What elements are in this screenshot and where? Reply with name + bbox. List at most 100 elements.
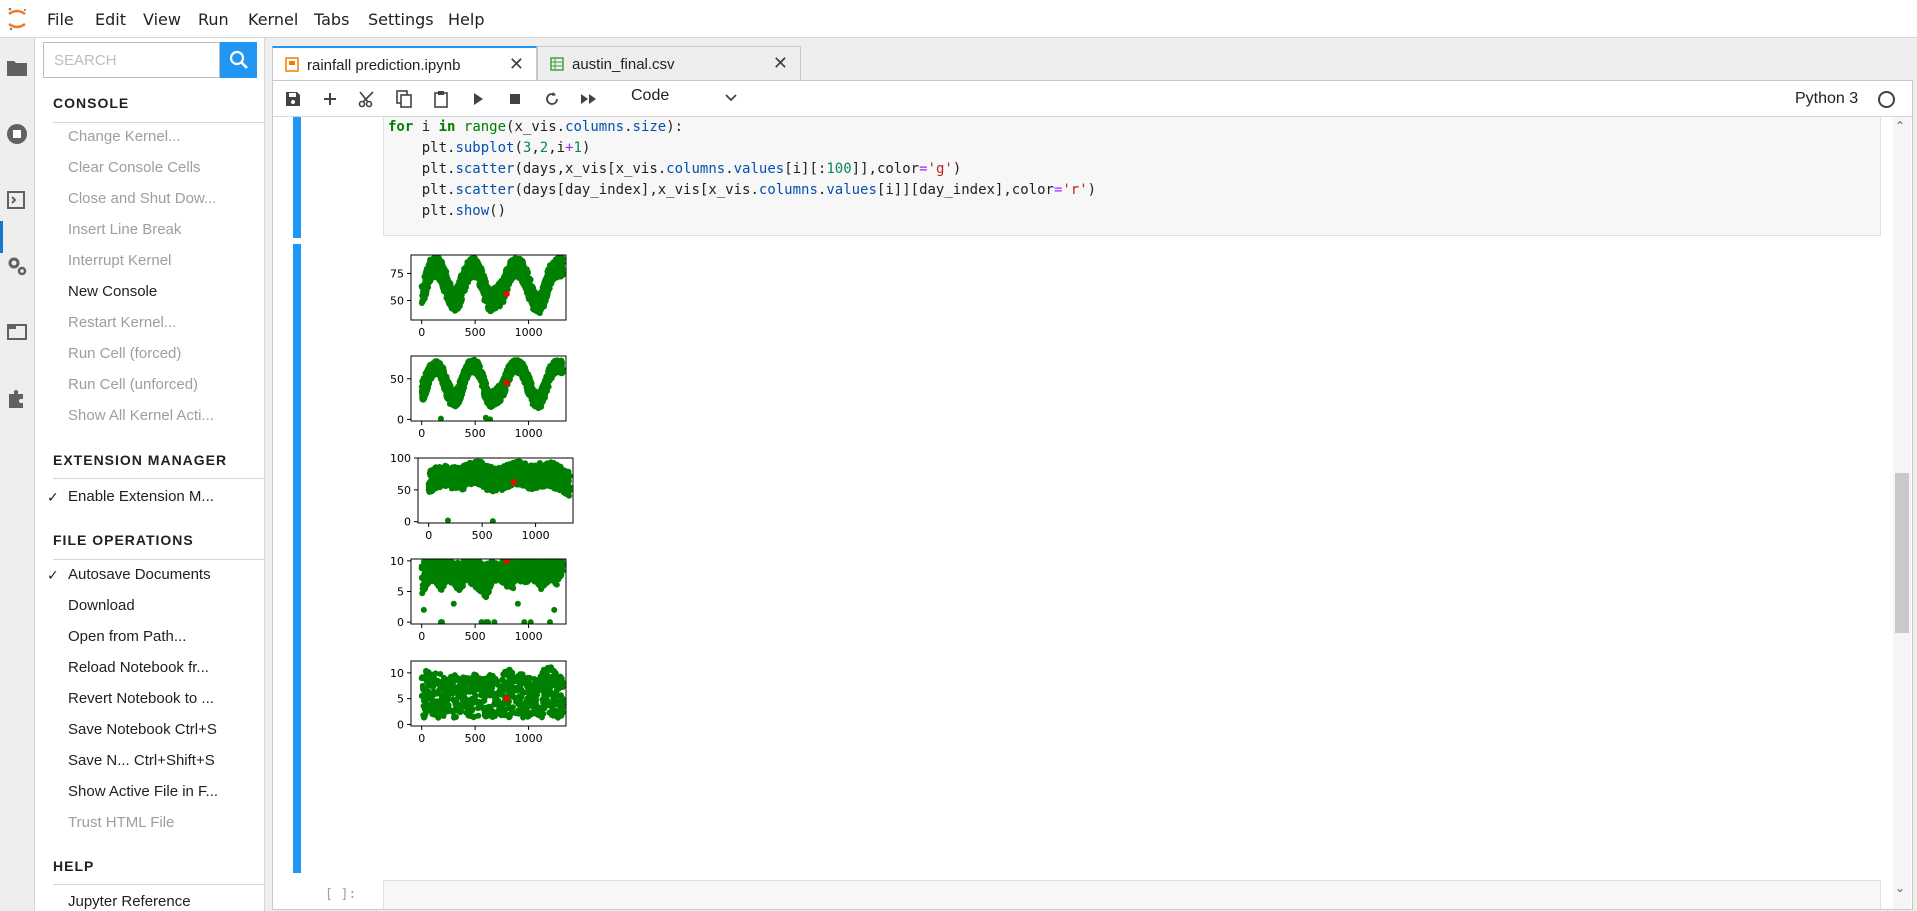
chevron-down-icon: [725, 94, 737, 102]
tab-label: austin_final.csv: [572, 56, 675, 73]
scatter-point: [522, 470, 529, 477]
output-plots: 0 500 100050750 500 10000500 500 10000501000 50…: [390, 254, 574, 745]
run-icon[interactable]: [468, 89, 488, 109]
cmd-run-cell-forced[interactable]: Run Cell (forced): [68, 345, 228, 362]
scatter-point: [516, 471, 523, 478]
extensions-icon[interactable]: [5, 386, 29, 410]
menu-view[interactable]: View: [143, 10, 181, 29]
scatter-point: [453, 714, 459, 720]
x-tick-label: 1000: [515, 326, 543, 339]
cut-icon[interactable]: [357, 89, 377, 109]
tab-label: rainfall prediction.ipynb: [307, 57, 461, 74]
running-icon[interactable]: [5, 122, 29, 146]
menu-tabs[interactable]: Tabs: [314, 10, 349, 29]
copy-icon[interactable]: [394, 89, 414, 109]
scatter-point: [427, 277, 434, 284]
scatter-point: [479, 271, 485, 278]
cmd-clear-console[interactable]: Clear Console Cells: [68, 159, 228, 176]
settings-icon[interactable]: [5, 254, 29, 278]
cmd-autosave[interactable]: Autosave Documents: [68, 566, 228, 583]
output-collapser[interactable]: [293, 244, 301, 873]
divider: [53, 122, 264, 123]
cmd-reload-notebook[interactable]: Reload Notebook fr...: [68, 659, 228, 676]
y-tick-label: 0: [397, 616, 404, 629]
cmd-revert-notebook[interactable]: Revert Notebook to ...: [68, 690, 228, 707]
search-input[interactable]: SEARCH: [43, 42, 220, 78]
folder-icon[interactable]: [5, 56, 29, 80]
y-tick-label: 5: [397, 586, 404, 599]
scatter-point: [455, 691, 462, 698]
cmd-show-active-file[interactable]: Show Active File in F...: [68, 783, 228, 800]
command-palette: SEARCH CONSOLE Change Kernel... Clear Co…: [35, 38, 265, 911]
cmd-show-kernel-activity[interactable]: Show All Kernel Acti...: [68, 407, 228, 424]
cmd-run-cell-unforced[interactable]: Run Cell (unforced): [68, 376, 228, 393]
highlight-point: [503, 379, 510, 386]
cmd-new-console[interactable]: New Console: [68, 283, 228, 300]
scatter-point: [444, 697, 451, 704]
scatter-point: [454, 701, 461, 708]
section-help: HELP: [53, 858, 95, 874]
cmd-download[interactable]: Download: [68, 597, 228, 614]
cmd-close-shutdown[interactable]: Close and Shut Dow...: [68, 190, 228, 207]
close-icon[interactable]: ✕: [773, 53, 788, 74]
scatter-point: [557, 262, 564, 269]
menu-file[interactable]: File: [47, 10, 74, 29]
scatter-point: [554, 469, 561, 476]
cmd-save-notebook-as[interactable]: Save N... Ctrl+Shift+S: [68, 752, 228, 769]
jupyter-logo-icon: [8, 7, 26, 31]
menu-edit[interactable]: Edit: [95, 10, 126, 29]
check-icon: ✓: [47, 490, 59, 506]
cmd-change-kernel[interactable]: Change Kernel...: [68, 128, 228, 145]
stop-icon[interactable]: [505, 89, 525, 109]
code-line: plt.scatter(days[day_index],x_vis[x_vis.…: [388, 182, 1097, 198]
scatter-point: [559, 560, 566, 567]
commands-icon[interactable]: [5, 188, 29, 212]
scatter-point: [458, 563, 465, 570]
tabs-icon[interactable]: [5, 320, 29, 344]
cell-collapser[interactable]: [293, 117, 301, 238]
add-icon[interactable]: [320, 89, 340, 109]
cmd-save-notebook[interactable]: Save Notebook Ctrl+S: [68, 721, 228, 738]
menu-run[interactable]: Run: [198, 10, 229, 29]
scatter-point: [504, 574, 510, 581]
y-tick-label: 50: [390, 373, 404, 386]
scatter-point: [440, 369, 447, 376]
cmd-enable-extension-manager[interactable]: Enable Extension M...: [68, 488, 228, 505]
fast-forward-icon[interactable]: [579, 89, 599, 109]
cmd-insert-line-break[interactable]: Insert Line Break: [68, 221, 228, 238]
scatter-point: [471, 580, 478, 587]
scatter-point: [437, 671, 444, 677]
code-editor[interactable]: for i in range(x_vis.columns.size): plt.…: [383, 117, 1881, 236]
scatter-point: [559, 567, 566, 574]
paste-icon[interactable]: [431, 89, 451, 109]
kernel-name[interactable]: Python 3: [1795, 90, 1858, 108]
tab-csv[interactable]: austin_final.csv ✕: [537, 46, 801, 80]
scatter-point: [452, 581, 459, 588]
section-console: CONSOLE: [53, 95, 130, 111]
notebook-toolbar: Code Python 3: [273, 81, 1912, 117]
close-icon[interactable]: ✕: [509, 54, 524, 75]
menu-settings[interactable]: Settings: [368, 10, 434, 29]
scatter-point: [483, 281, 490, 288]
scatter-point: [445, 575, 452, 582]
menu-kernel[interactable]: Kernel: [248, 10, 298, 29]
tab-notebook[interactable]: rainfall prediction.ipynb ✕: [272, 46, 537, 80]
scatter-point: [478, 458, 485, 465]
scatter-point: [431, 710, 438, 717]
cmd-jupyter-reference[interactable]: Jupyter Reference: [68, 893, 228, 910]
cmd-open-from-path[interactable]: Open from Path...: [68, 628, 228, 645]
save-icon[interactable]: [283, 89, 303, 109]
kernel-status-icon: [1878, 91, 1895, 108]
cell-type-select[interactable]: Code: [631, 87, 741, 111]
search-button[interactable]: [220, 42, 257, 78]
cmd-restart-kernel[interactable]: Restart Kernel...: [68, 314, 228, 331]
scatter-point: [423, 668, 430, 675]
menu-help[interactable]: Help: [448, 10, 484, 29]
cmd-interrupt-kernel[interactable]: Interrupt Kernel: [68, 252, 228, 269]
restart-icon[interactable]: [542, 89, 562, 109]
scatter-point: [539, 398, 546, 405]
cmd-trust-html[interactable]: Trust HTML File: [68, 814, 228, 831]
menu-bar: File Edit View Run Kernel Tabs Settings …: [0, 0, 1917, 38]
plot-area: [418, 255, 566, 317]
scatter-point: [460, 583, 466, 589]
